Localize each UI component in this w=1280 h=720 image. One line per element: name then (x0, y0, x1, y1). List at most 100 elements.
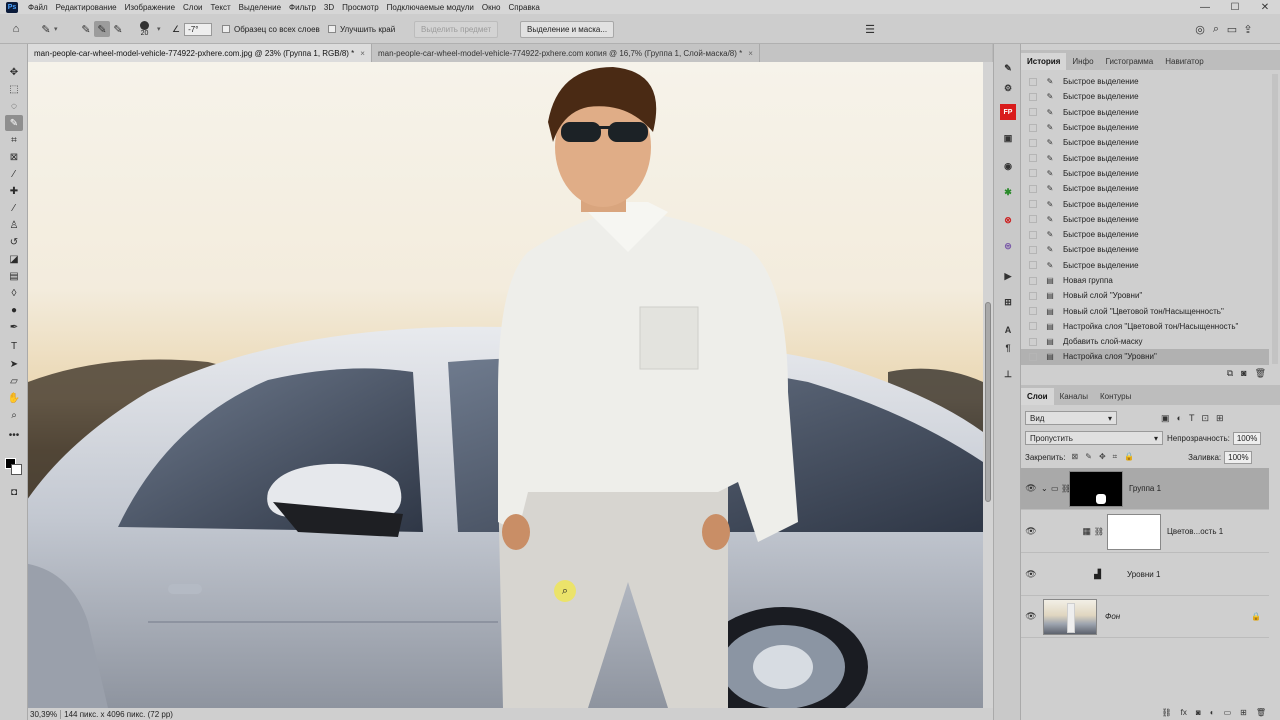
menu-3d[interactable]: 3D (320, 3, 338, 12)
snapshot-icon[interactable]: ◙ (1241, 368, 1246, 378)
swatches-icon[interactable]: ⚙ (1000, 80, 1016, 96)
chevron-down-icon[interactable]: ⌄ (1041, 484, 1051, 493)
tab-paths[interactable]: Контуры (1094, 388, 1137, 405)
menu-window[interactable]: Окно (478, 3, 505, 12)
actions-play-icon[interactable]: ▶ (1000, 268, 1016, 284)
filter-shape-icon[interactable]: ⊡ (1201, 413, 1209, 424)
subtract-selection-icon[interactable]: ✎ (110, 21, 126, 37)
layer-thumbnail[interactable] (1043, 598, 1097, 635)
minimize-button[interactable]: — (1190, 0, 1220, 14)
chevron-down-icon[interactable]: ▾ (54, 25, 58, 33)
tab-history[interactable]: История (1021, 53, 1067, 70)
brush-chevron-icon[interactable]: ▾ (157, 25, 161, 33)
lock-artboard-icon[interactable]: ⌗ (1113, 452, 1118, 462)
document-tab-1[interactable]: man-people-car-wheel-model-vehicle-77492… (28, 44, 372, 62)
menu-layers[interactable]: Слои (179, 3, 206, 12)
eraser-tool-icon[interactable]: ◪ (5, 251, 23, 267)
scrollbar-thumb[interactable] (985, 302, 991, 502)
history-item[interactable]: ✎ Быстрое выделение (1021, 181, 1269, 196)
new-adjustment-layer-icon[interactable]: ◐ (1210, 708, 1215, 717)
select-subject-button[interactable]: Выделить предмет (414, 20, 499, 38)
styles-icon[interactable]: ⊜ (1000, 238, 1016, 254)
document-canvas[interactable]: ⌕ (28, 62, 983, 708)
tab-layers[interactable]: Слои (1021, 388, 1054, 405)
gradients-icon[interactable]: ▣ (1000, 130, 1016, 146)
quick-selection-preset-icon[interactable]: ✎ (38, 21, 54, 37)
history-brush-tool-icon[interactable]: ↺ (5, 234, 23, 250)
close-tab-icon[interactable]: × (748, 49, 753, 58)
layer-row-levels[interactable]: 👁 ▟ Уровни 1 (1021, 554, 1269, 596)
quick-selection-tool-icon[interactable]: ✎ (5, 115, 23, 131)
history-item[interactable]: ✎ Быстрое выделение (1021, 212, 1269, 227)
history-item[interactable]: ✎ Быстрое выделение (1021, 242, 1269, 257)
eyedropper-tool-icon[interactable]: ⁄ (5, 166, 23, 182)
blur-tool-icon[interactable]: ◊ (5, 285, 23, 301)
menu-edit[interactable]: Редактирование (52, 3, 121, 12)
delete-layer-icon[interactable]: 🗑 (1256, 708, 1266, 717)
history-item[interactable]: ✎ Быстрое выделение (1021, 120, 1269, 135)
lock-transparent-icon[interactable]: ⊠ (1072, 452, 1079, 462)
learn-icon[interactable]: ◎ (1192, 21, 1208, 37)
properties-icon[interactable]: ⊞ (1000, 294, 1016, 310)
select-and-mask-button[interactable]: Выделение и маска... (520, 20, 615, 38)
history-item[interactable]: ✎ Быстрое выделение (1021, 258, 1269, 273)
canvas-vertical-scrollbar[interactable] (983, 62, 993, 708)
background-color-swatch[interactable] (11, 464, 22, 475)
workspace-settings-icon[interactable]: ☰ (862, 21, 878, 37)
adjustments-icon[interactable]: ⊥ (1000, 366, 1016, 382)
menu-filter[interactable]: Фильтр (285, 3, 320, 12)
blend-mode-dropdown[interactable]: Пропустить ▾ (1025, 431, 1163, 445)
fill-field[interactable]: 100% (1224, 450, 1253, 464)
history-item[interactable]: ▤ Добавить слой-маску (1021, 334, 1269, 349)
menu-image[interactable]: Изображение (121, 3, 179, 12)
more-tools-icon[interactable]: ••• (5, 427, 23, 443)
history-item[interactable]: ▤ Новая группа (1021, 273, 1269, 288)
history-item[interactable]: ▤ Новый слой "Уровни" (1021, 288, 1269, 303)
menu-file[interactable]: Файл (24, 3, 52, 12)
lock-all-icon[interactable]: 🔒 (1124, 452, 1134, 462)
add-mask-icon[interactable]: ◙ (1196, 708, 1201, 717)
layer-mask-thumbnail[interactable] (1069, 470, 1123, 507)
lasso-tool-icon[interactable]: ◌ (5, 98, 23, 114)
new-group-icon[interactable]: ▭ (1224, 708, 1232, 717)
home-icon[interactable]: ⌂ (8, 21, 24, 37)
history-item[interactable]: ▤ Новый слой "Цветовой тон/Насыщенность" (1021, 303, 1269, 318)
new-layer-icon[interactable]: ⊞ (1240, 708, 1247, 717)
circle-plugin-icon[interactable]: ◉ (1000, 158, 1016, 174)
filter-pixel-icon[interactable]: ▣ (1161, 413, 1170, 424)
new-document-from-state-icon[interactable]: ⧉ (1227, 368, 1233, 379)
gradient-tool-icon[interactable]: ▤ (5, 268, 23, 284)
layer-style-icon[interactable]: fx (1181, 708, 1187, 717)
paragraph-icon[interactable]: ¶ (1000, 340, 1016, 356)
eye-icon[interactable]: 👁 (1021, 483, 1041, 494)
eye-icon[interactable]: 👁 (1021, 569, 1041, 580)
layer-mask-thumbnail[interactable] (1107, 513, 1161, 550)
brush-preview-icon[interactable] (140, 21, 149, 30)
link-layers-icon[interactable]: ⛓ (1162, 708, 1172, 717)
layer-row-background[interactable]: 👁 Фон 🔒 (1021, 596, 1269, 638)
history-item[interactable]: ✎ Быстрое выделение (1021, 166, 1269, 181)
filter-smart-object-icon[interactable]: ⊞ (1216, 413, 1224, 424)
close-window-button[interactable]: ✕ (1250, 0, 1280, 14)
tab-channels[interactable]: Каналы (1054, 388, 1094, 405)
menu-help[interactable]: Справка (504, 3, 543, 12)
history-item[interactable]: ✎ Быстрое выделение (1021, 74, 1269, 89)
zoom-level[interactable]: 30,39% (30, 709, 62, 719)
history-item[interactable]: ▤ Настройка слоя "Цветовой тон/Насыщеннос… (1021, 319, 1269, 334)
angle-field[interactable]: -7° (184, 22, 213, 36)
shape-tool-icon[interactable]: ▱ (5, 373, 23, 389)
crop-tool-icon[interactable]: ⌗ (5, 132, 23, 148)
opacity-field[interactable]: 100% (1232, 431, 1261, 445)
maximize-button[interactable]: ☐ (1220, 0, 1250, 14)
enhance-edge-checkbox[interactable] (328, 25, 336, 33)
sample-all-layers-checkbox[interactable] (222, 25, 230, 33)
lock-position-icon[interactable]: ✥ (1099, 452, 1106, 462)
close-tab-icon[interactable]: × (360, 49, 365, 58)
pen-tool-icon[interactable]: ✒ (5, 319, 23, 335)
filter-type-icon[interactable]: T (1189, 413, 1195, 424)
lock-image-icon[interactable]: ✎ (1085, 452, 1092, 462)
menu-select[interactable]: Выделение (235, 3, 285, 12)
character-icon[interactable]: A (1000, 322, 1016, 338)
layer-row-hue-saturation[interactable]: 👁 ▦ ⛓ Цветов...ость 1 (1021, 511, 1269, 553)
layer-filter-dropdown[interactable]: Вид ▾ (1025, 411, 1117, 425)
